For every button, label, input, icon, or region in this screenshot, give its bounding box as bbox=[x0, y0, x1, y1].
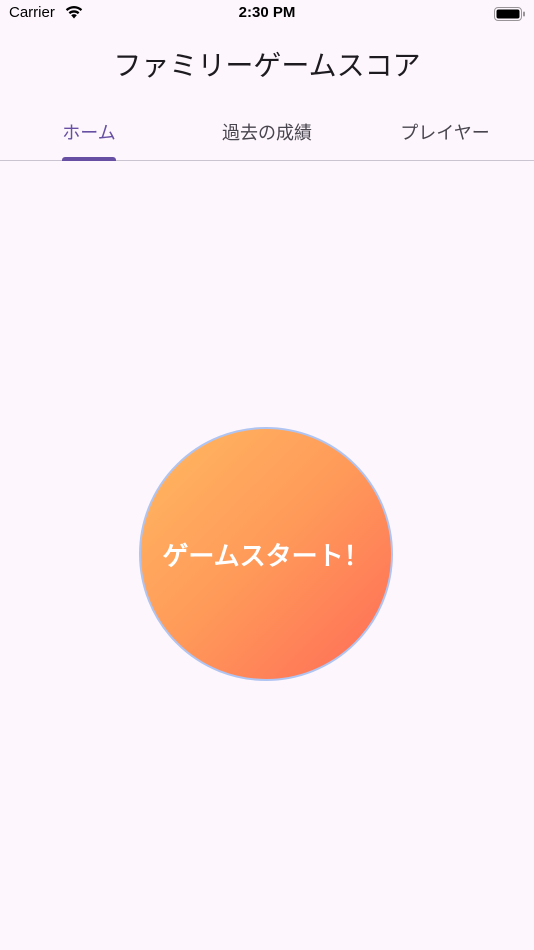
game-start-label: ゲームスタート！ bbox=[162, 541, 370, 572]
tab-players-label: プレイヤー bbox=[400, 123, 490, 144]
tab-home[interactable]: ホーム bbox=[0, 104, 178, 161]
status-time: 2:30 PM bbox=[238, 4, 296, 21]
battery-icon bbox=[494, 6, 526, 21]
active-tab-indicator bbox=[62, 157, 116, 161]
tab-home-label: ホーム bbox=[62, 123, 116, 144]
tab-bar: ホーム 過去の成績 プレイヤー bbox=[0, 104, 534, 161]
tab-history-label: 過去の成績 bbox=[222, 123, 312, 144]
tab-history[interactable]: 過去の成績 bbox=[178, 104, 356, 160]
page-title: ファミリーゲームスコア bbox=[113, 49, 421, 82]
status-bar: Carrier 2:30 PM bbox=[0, 0, 534, 28]
game-start-button[interactable]: ゲームスタート！ bbox=[139, 427, 393, 681]
tab-players[interactable]: プレイヤー bbox=[356, 104, 534, 160]
